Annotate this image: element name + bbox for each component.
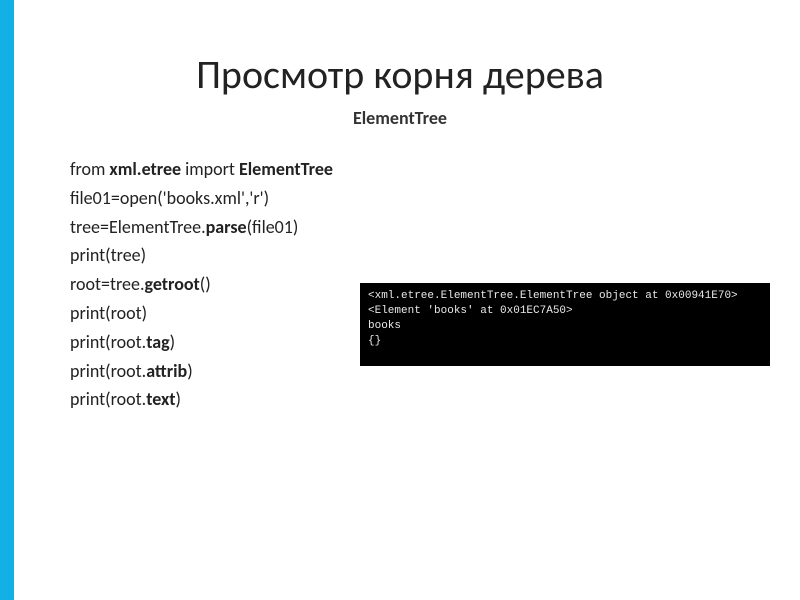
code-line: print(tree) (70, 241, 730, 270)
code-text: ) (170, 331, 175, 353)
code-line: from xml.etree import ElementTree (70, 155, 730, 184)
code-text: tree=ElementTree. (70, 216, 206, 238)
slide-content: from xml.etree import ElementTree file01… (70, 155, 730, 414)
code-text: ) (176, 388, 181, 410)
slide: Просмотр корня дерева ElementTree from x… (0, 0, 800, 600)
console-line: books (368, 319, 762, 334)
code-bold: attrib (146, 360, 187, 382)
slide-shadow: Просмотр корня дерева ElementTree from x… (0, 0, 800, 600)
code-text: ) (187, 360, 192, 382)
code-bold: xml.etree (109, 158, 181, 180)
code-bold: tag (146, 331, 169, 353)
code-text: (file01) (247, 216, 299, 238)
code-line: file01=open('books.xml','r') (70, 184, 730, 213)
console-line: <xml.etree.ElementTree.ElementTree objec… (368, 289, 762, 304)
code-bold: parse (206, 216, 247, 238)
console-output: <xml.etree.ElementTree.ElementTree objec… (360, 283, 770, 366)
code-text: from (70, 158, 109, 180)
code-bold: ElementTree (239, 158, 333, 180)
code-text: root=tree. (70, 273, 145, 295)
console-line: {} (368, 334, 762, 349)
code-text: print(root. (70, 388, 146, 410)
code-bold: text (146, 388, 175, 410)
code-line: print(root.text) (70, 385, 730, 414)
code-text: print(root. (70, 360, 146, 382)
slide-title: Просмотр корня дерева (70, 50, 730, 99)
code-bold: getroot (145, 273, 200, 295)
code-text: () (200, 273, 211, 295)
console-line: <Element 'books' at 0x01EC7A50> (368, 304, 762, 319)
code-line: tree=ElementTree.parse(file01) (70, 213, 730, 242)
code-text: print(root. (70, 331, 146, 353)
slide-subtitle: ElementTree (70, 107, 730, 129)
code-text: import (181, 158, 239, 180)
